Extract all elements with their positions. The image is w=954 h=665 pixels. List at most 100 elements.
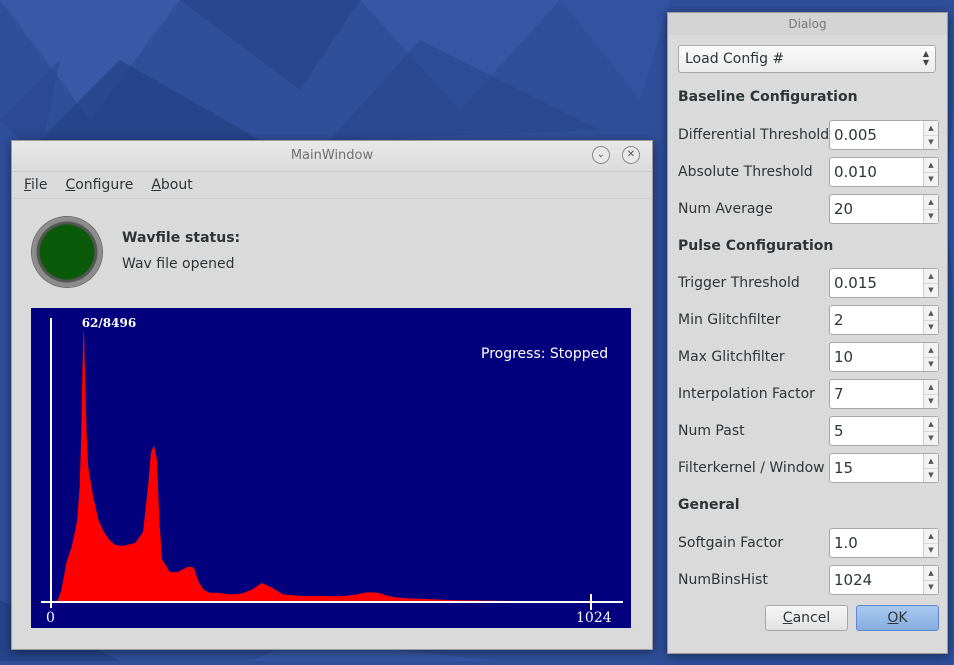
filterkernel-window-spinbox[interactable]: 15 ▲ ▼ (829, 453, 939, 483)
menu-file-label: ile (31, 177, 48, 193)
peak-label: 62/8496 (82, 316, 136, 330)
wavfile-status-text: Wav file opened (122, 256, 235, 272)
histogram-plot: 62/8496 Progress: Stopped 0 1024 (31, 308, 631, 628)
label-numbinshist: NumBinsHist (678, 572, 768, 588)
status-led-indicator (32, 217, 102, 287)
numbinshist-spinbox[interactable]: 1024 ▲ ▼ (829, 565, 939, 595)
ok-mnemonic: O (887, 610, 899, 626)
menu-configure-label: onfigure (75, 177, 134, 193)
config-dialog: Dialog Load Config # ▲ ▼ Baseline Configu… (667, 12, 948, 654)
histogram-area (51, 331, 592, 603)
numbinshist-value: 1024 (834, 571, 873, 589)
cancel-label: ancel (792, 610, 831, 626)
label-interpolation-factor: Interpolation Factor (678, 386, 815, 402)
dialog-titlebar[interactable]: Dialog (668, 13, 947, 35)
label-num-average: Num Average (678, 201, 773, 217)
menu-about-mnemonic: A (151, 177, 161, 193)
differential-threshold-spinbox[interactable]: 0.005 ▲ ▼ (829, 120, 939, 150)
menu-file-mnemonic: F (24, 177, 32, 193)
trigger-threshold-spinbox[interactable]: 0.015 ▲ ▼ (829, 268, 939, 298)
label-softgain-factor: Softgain Factor (678, 535, 784, 551)
interpolation-factor-value: 7 (834, 385, 844, 403)
num-average-value: 20 (834, 200, 854, 218)
main-window-titlebar[interactable]: MainWindow ⌄ ✕ (12, 141, 652, 172)
menu-configure[interactable]: Configure (65, 177, 133, 193)
menu-file[interactable]: File (24, 177, 47, 193)
num-past-value: 5 (834, 422, 844, 440)
min-glitchfilter-value: 2 (834, 311, 844, 329)
spin-up-icon[interactable]: ▲ (924, 417, 938, 432)
differential-threshold-value: 0.005 (834, 126, 877, 144)
spin-up-icon[interactable]: ▲ (924, 306, 938, 321)
trigger-threshold-value: 0.015 (834, 274, 877, 292)
spin-down-icon[interactable]: ▼ (924, 431, 938, 445)
x-axis-start-label: 0 (46, 610, 55, 626)
main-window: MainWindow ⌄ ✕ File Configure About Wavf… (11, 140, 653, 650)
spin-up-icon[interactable]: ▲ (924, 195, 938, 210)
spin-buttons: ▲ ▼ (923, 454, 938, 482)
spin-buttons: ▲ ▼ (923, 195, 938, 223)
spin-down-icon[interactable]: ▼ (924, 357, 938, 371)
spin-buttons: ▲ ▼ (923, 529, 938, 557)
load-config-select[interactable]: Load Config # ▲ ▼ (678, 45, 936, 73)
section-general: General (678, 497, 740, 513)
num-average-spinbox[interactable]: 20 ▲ ▼ (829, 194, 939, 224)
label-filterkernel-window: Filterkernel / Window (678, 460, 825, 476)
spin-up-icon[interactable]: ▲ (924, 566, 938, 581)
spin-buttons: ▲ ▼ (923, 417, 938, 445)
spin-down-icon[interactable]: ▼ (924, 283, 938, 297)
spin-buttons: ▲ ▼ (923, 380, 938, 408)
num-past-spinbox[interactable]: 5 ▲ ▼ (829, 416, 939, 446)
main-window-title: MainWindow (290, 148, 374, 163)
spin-down-icon[interactable]: ▼ (924, 394, 938, 408)
spin-down-icon[interactable]: ▼ (924, 209, 938, 223)
x-axis-end-label: 1024 (576, 610, 612, 626)
max-glitchfilter-value: 10 (834, 348, 854, 366)
cancel-button[interactable]: Cancel (765, 605, 848, 631)
label-trigger-threshold: Trigger Threshold (678, 275, 800, 291)
close-icon[interactable]: ✕ (622, 146, 640, 164)
spin-up-icon[interactable]: ▲ (924, 343, 938, 358)
max-glitchfilter-spinbox[interactable]: 10 ▲ ▼ (829, 342, 939, 372)
spin-down-icon[interactable]: ▼ (924, 172, 938, 186)
spin-up-icon[interactable]: ▲ (924, 454, 938, 469)
label-min-glitchfilter: Min Glitchfilter (678, 312, 781, 328)
spin-up-icon[interactable]: ▲ (924, 529, 938, 544)
menu-about[interactable]: About (151, 177, 192, 193)
spin-up-icon[interactable]: ▲ (924, 121, 938, 136)
spin-down-icon[interactable]: ▼ (924, 580, 938, 594)
absolute-threshold-spinbox[interactable]: 0.010 ▲ ▼ (829, 157, 939, 187)
spin-buttons: ▲ ▼ (923, 566, 938, 594)
spin-down-icon[interactable]: ▼ (924, 468, 938, 482)
spin-up-icon[interactable]: ▲ (924, 269, 938, 284)
histogram-svg: 62/8496 Progress: Stopped 0 1024 (41, 316, 623, 626)
menu-bar: File Configure About (12, 172, 652, 199)
progress-label: Progress: Stopped (481, 346, 608, 362)
spin-down-icon[interactable]: ▼ (924, 135, 938, 149)
softgain-factor-value: 1.0 (834, 534, 858, 552)
label-max-glitchfilter: Max Glitchfilter (678, 349, 785, 365)
label-num-past: Num Past (678, 423, 745, 439)
spin-up-icon[interactable]: ▲ (924, 158, 938, 173)
filterkernel-window-value: 15 (834, 459, 854, 477)
menu-about-label: bout (160, 177, 193, 193)
ok-label: K (898, 610, 908, 626)
menu-configure-mnemonic: C (65, 177, 76, 193)
section-pulse: Pulse Configuration (678, 238, 834, 254)
label-differential-threshold: Differential Threshold (678, 127, 830, 143)
label-absolute-threshold: Absolute Threshold (678, 164, 813, 180)
spin-up-icon[interactable]: ▲ (924, 380, 938, 395)
spin-down-icon[interactable]: ▼ (924, 543, 938, 557)
spin-down-icon[interactable]: ▼ (924, 320, 938, 334)
spin-buttons: ▲ ▼ (923, 269, 938, 297)
interpolation-factor-spinbox[interactable]: 7 ▲ ▼ (829, 379, 939, 409)
softgain-factor-spinbox[interactable]: 1.0 ▲ ▼ (829, 528, 939, 558)
min-glitchfilter-spinbox[interactable]: 2 ▲ ▼ (829, 305, 939, 335)
spin-buttons: ▲ ▼ (923, 306, 938, 334)
minimize-chevron-icon[interactable]: ⌄ (592, 146, 610, 164)
spin-buttons: ▲ ▼ (923, 121, 938, 149)
updown-chevron-icon: ▲ ▼ (922, 49, 929, 67)
cancel-mnemonic: C (782, 610, 793, 626)
spin-buttons: ▲ ▼ (923, 158, 938, 186)
ok-button[interactable]: OK (856, 605, 939, 631)
